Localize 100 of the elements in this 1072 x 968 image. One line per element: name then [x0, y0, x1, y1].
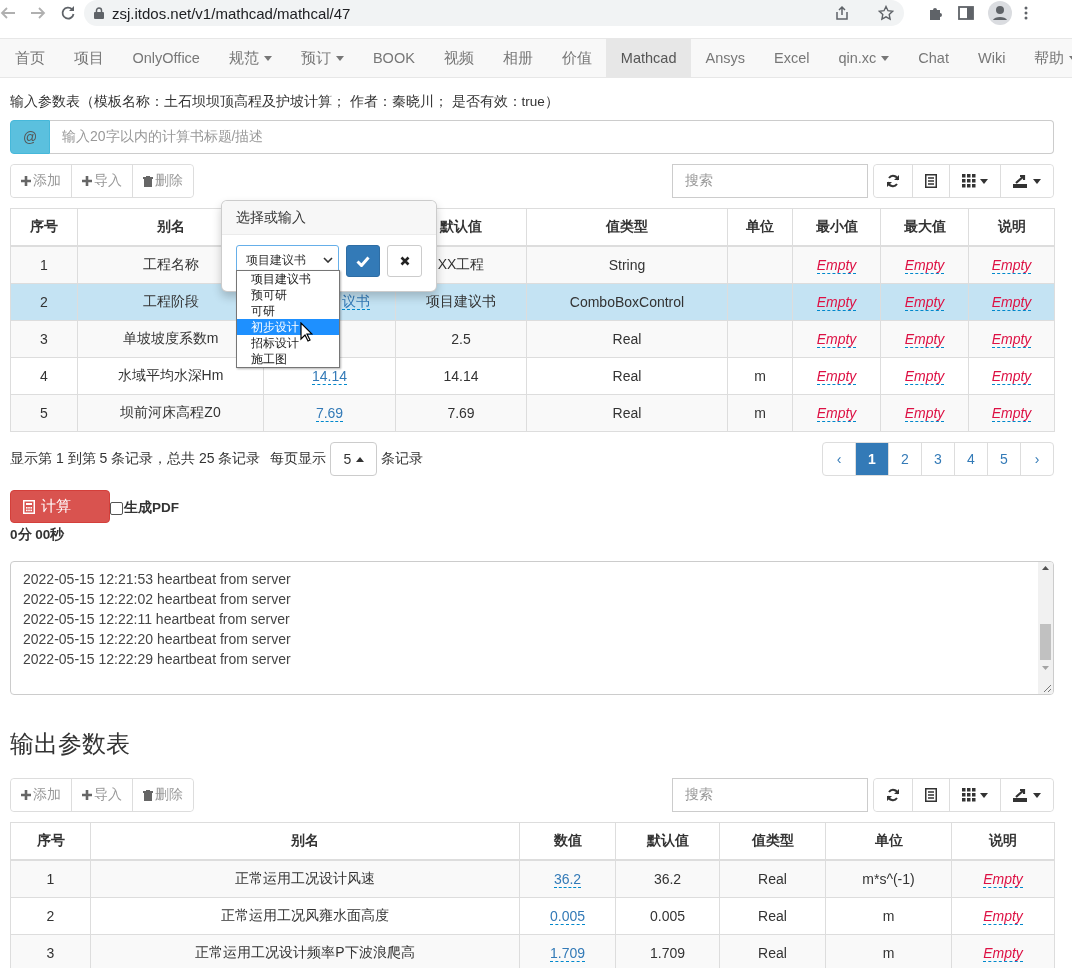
nav-link[interactable]: Ansys — [690, 39, 760, 77]
resize-grip-icon — [1042, 683, 1052, 693]
table-cell: 36.2 — [615, 860, 720, 898]
puzzle-icon[interactable] — [928, 5, 944, 21]
table-row[interactable]: 5 坝前河床高程Z0 7.69 7.69 Real m Empty Empty Empty — [10, 394, 1055, 432]
checkbox-label: 生成PDF — [124, 499, 179, 517]
nav-link[interactable]: OnlyOffice — [118, 39, 215, 77]
check-icon — [355, 255, 370, 267]
pdf-checkbox[interactable] — [110, 501, 123, 515]
lock-icon — [94, 7, 104, 19]
close-icon — [399, 256, 410, 266]
nav-link[interactable]: 规范 — [214, 39, 287, 77]
page-link[interactable]: ‹ — [823, 443, 855, 475]
list-icon — [925, 788, 937, 802]
input-addon: @ — [10, 120, 50, 154]
log-line: 2022-05-15 12:22:29 heartbeat from server — [23, 650, 292, 669]
page-link[interactable]: 1 — [855, 443, 888, 475]
title-input-field[interactable]: 输入20字以内的计算书标题/描述 — [50, 120, 1054, 154]
dropdown-option[interactable]: 初步设计 — [237, 319, 339, 335]
table-cell: Real — [526, 394, 728, 432]
table-cell: 7.69 — [395, 394, 527, 432]
table-cell: ComboBoxControl — [526, 283, 728, 321]
nav-link[interactable]: 相册 — [488, 39, 548, 77]
caret-up-icon — [356, 456, 365, 462]
table-cell: Real — [719, 860, 826, 898]
caret-icon — [1033, 178, 1041, 184]
nav-link[interactable]: Chat — [903, 39, 964, 77]
table-cell: m — [825, 934, 952, 968]
table-caption: 输入参数表（模板名称：土石坝坝顶高程及护坡计算； 作者：秦晓川； 是否有效：true） — [10, 94, 559, 109]
search-field[interactable]: 搜索 — [672, 164, 868, 198]
empty-value[interactable]: Empty — [983, 871, 1023, 888]
page-link[interactable]: 3 — [921, 443, 954, 475]
editable-value[interactable]: 1.709 — [549, 945, 585, 962]
export-icon — [1013, 174, 1029, 188]
empty-value[interactable]: Empty — [983, 908, 1023, 925]
nav-link[interactable]: 视频 — [429, 39, 489, 77]
table-cell: Real — [719, 897, 826, 935]
nav-link[interactable]: Mathcad — [606, 39, 691, 77]
table-cell: 2 — [10, 897, 91, 935]
nav-link[interactable]: BOOK — [358, 39, 430, 77]
table-cell: m — [727, 357, 793, 395]
table-cell: 4 — [10, 357, 78, 395]
export-button[interactable] — [1000, 779, 1053, 811]
avatar-icon[interactable] — [988, 1, 1012, 25]
table-cell: 1 — [10, 246, 78, 284]
table-cell: 正常运用工况风雍水面高度 — [90, 897, 520, 935]
editable-value[interactable]: 0.005 — [549, 908, 585, 925]
table-cell: Real — [526, 320, 728, 358]
table-cell: 3 — [10, 934, 91, 968]
section-heading: 输出参数表 — [10, 730, 130, 757]
table-row[interactable]: 3 正常运用工况设计频率P下波浪爬高 1.709 1.709 Real m Empty — [10, 934, 1055, 968]
table-row[interactable]: 2 正常运用工况风雍水面高度 0.005 0.005 Real m Empty — [10, 897, 1055, 935]
toolbar-button[interactable]: 删除 — [132, 779, 193, 811]
table-cell: 1 — [10, 860, 91, 898]
cancel-button[interactable] — [387, 245, 422, 277]
grid-icon — [962, 174, 976, 188]
plus-icon — [82, 790, 92, 800]
table-cell: 5 — [10, 394, 78, 432]
editable-value[interactable]: 7.69 — [315, 405, 344, 422]
page-link[interactable]: 2 — [888, 443, 921, 475]
grid-icon — [962, 788, 976, 802]
nav-link[interactable]: Excel — [759, 39, 824, 77]
refresh-icon — [886, 174, 900, 188]
log-line: 2022-05-15 12:22:02 heartbeat from server — [23, 590, 292, 609]
page-link[interactable]: 5 — [987, 443, 1020, 475]
editable-value[interactable]: 36.2 — [553, 871, 582, 888]
sidebar-icon[interactable] — [958, 6, 974, 20]
nav-link[interactable]: qin.xc — [823, 39, 904, 77]
table-row[interactable]: 1 正常运用工况设计风速 36.2 36.2 Real m*s^(-1) Empty — [10, 860, 1055, 898]
empty-value[interactable]: Empty — [983, 945, 1023, 962]
chevron-down-icon — [322, 257, 333, 263]
table-cell: m — [727, 394, 793, 432]
table-cell: m — [825, 897, 952, 935]
reload-icon[interactable] — [60, 5, 76, 21]
nav-link[interactable]: 首页 — [0, 39, 59, 77]
calculate-button[interactable]: 计算 — [10, 490, 110, 523]
toolbar-button[interactable]: 删除 — [132, 165, 193, 197]
export-button[interactable] — [1000, 165, 1053, 197]
nav-link[interactable]: 价值 — [547, 39, 607, 77]
plus-icon — [21, 176, 31, 186]
cursor-icon — [300, 322, 313, 342]
page-size-button[interactable]: 5 — [330, 442, 378, 476]
share-icon[interactable] — [834, 5, 850, 21]
address-bar[interactable]: zsj.itdos.net/v1/mathcad/mathcal/47 — [84, 0, 904, 26]
search-field[interactable]: 搜索 — [672, 778, 868, 812]
menu-icon[interactable] — [1024, 6, 1028, 20]
confirm-button[interactable] — [345, 245, 381, 277]
elapsed-timer: 0分 00秒 — [10, 527, 66, 543]
page-link[interactable]: 4 — [954, 443, 987, 475]
nav-link[interactable]: 帮助 — [1019, 39, 1072, 77]
nav-link[interactable]: 项目 — [59, 39, 118, 77]
table-cell: 正常运用工况设计风速 — [90, 860, 520, 898]
calculator-icon — [23, 499, 35, 514]
nav-link[interactable]: Wiki — [963, 39, 1020, 77]
star-icon[interactable] — [878, 5, 894, 21]
page-link[interactable]: › — [1020, 443, 1053, 475]
editable-value[interactable]: 议书 — [342, 293, 370, 310]
table-cell: Real — [526, 357, 728, 395]
nav-link[interactable]: 预订 — [286, 39, 359, 77]
log-line: 2022-05-15 12:22:11 heartbeat from server — [23, 610, 291, 629]
